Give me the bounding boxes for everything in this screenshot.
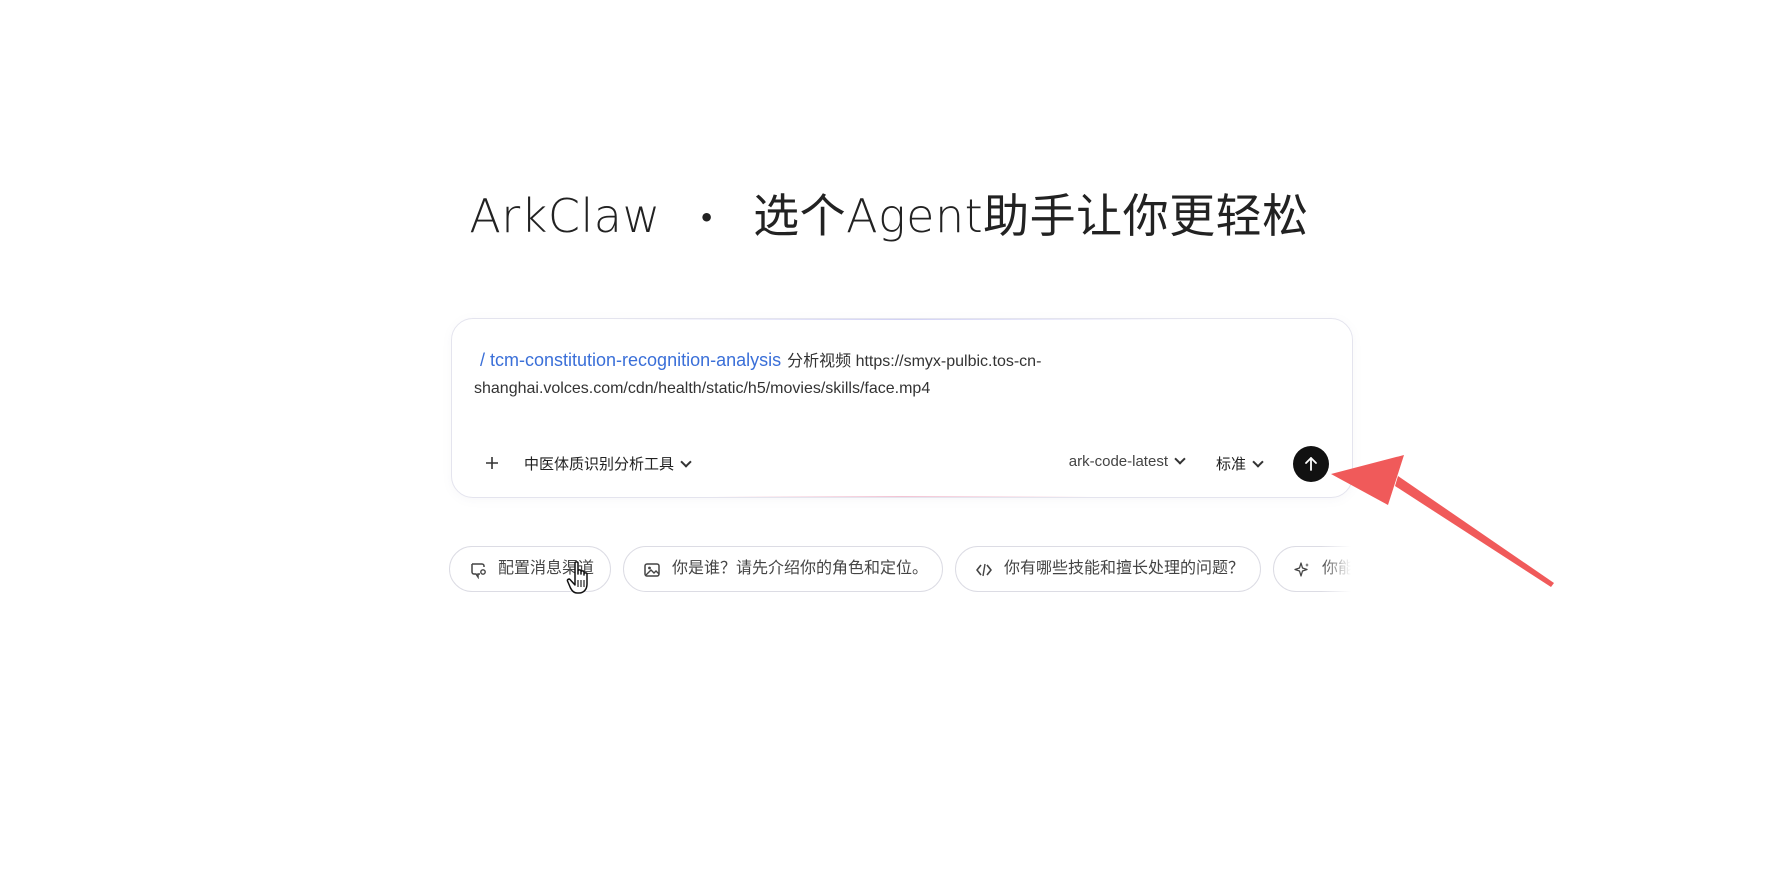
tool-select-label: 中医体质识别分析工具 <box>524 456 675 473</box>
prompt-input[interactable]: / tcm-constitution-recognition-analysis 分… <box>474 347 1094 402</box>
code-icon <box>976 563 992 577</box>
hand-cursor-icon <box>566 561 588 594</box>
chevron-down-icon <box>1252 456 1264 468</box>
arrow-up-icon <box>1305 457 1317 471</box>
headline-tagline: 选个Agent助手让你更轻松 <box>753 189 1309 243</box>
chevron-down-icon <box>1174 453 1186 465</box>
composer-toolbar: 中医体质识别分析工具 ark-code-latest 标准 <box>470 445 1334 483</box>
tool-select-dropdown[interactable]: 中医体质识别分析工具 <box>524 453 692 474</box>
mode-select-dropdown[interactable]: 标准 <box>1215 453 1264 474</box>
model-select-label: ark-code-latest <box>1068 453 1168 470</box>
suggestion-chip-capabilities[interactable]: 你能做什么？ <box>1273 546 1351 592</box>
model-select-dropdown[interactable]: ark-code-latest <box>1068 453 1186 470</box>
add-attachment-button[interactable] <box>480 451 504 475</box>
chat-composer[interactable]: / tcm-constitution-recognition-analysis 分… <box>451 318 1353 498</box>
page: ArkClaw ・选个Agent助手让你更轻松 / tcm-constitutio… <box>0 0 1778 894</box>
chip-label: 你能做什么？ <box>1322 560 1351 577</box>
headline-separator: ・ <box>686 196 728 242</box>
sparkle-icon <box>1294 562 1309 577</box>
send-button[interactable] <box>1293 446 1329 482</box>
chip-label: 你有哪些技能和擅长处理的问题？ <box>1004 560 1245 577</box>
image-icon <box>644 563 660 577</box>
suggestion-chip-who-are-you[interactable]: 你是谁？请先介绍你的角色和定位。 <box>623 546 943 592</box>
skill-tag[interactable]: / tcm-constitution-recognition-analysis <box>480 350 781 370</box>
chat-settings-icon <box>471 563 486 579</box>
page-headline: ArkClaw ・选个Agent助手让你更轻松 <box>0 180 1778 246</box>
brand-name: ArkClaw <box>469 189 661 243</box>
mode-select-label: 标准 <box>1215 456 1246 473</box>
chevron-down-icon <box>680 456 692 468</box>
chip-label: 你是谁？请先介绍你的角色和定位。 <box>672 560 929 577</box>
plus-icon <box>486 457 498 469</box>
suggestion-chip-skills[interactable]: 你有哪些技能和擅长处理的问题？ <box>955 546 1261 592</box>
